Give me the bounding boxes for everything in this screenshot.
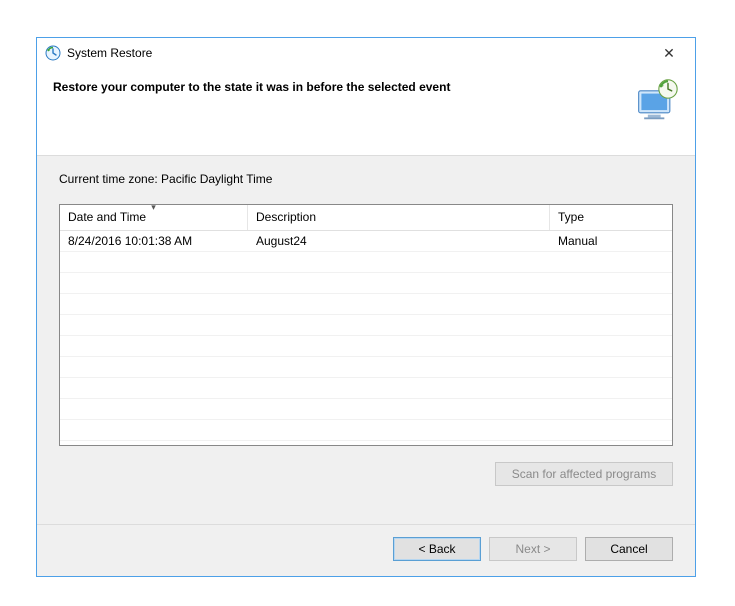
system-restore-icon	[45, 45, 61, 61]
cell-date	[60, 399, 248, 419]
table-row	[60, 378, 672, 399]
cell-date: 8/24/2016 10:01:38 AM	[60, 231, 248, 251]
titlebar: System Restore ✕	[37, 38, 695, 68]
cell-type	[550, 336, 672, 356]
list-body: 8/24/2016 10:01:38 AMAugust24Manual	[60, 231, 672, 445]
table-row	[60, 336, 672, 357]
column-header-date[interactable]: ▾ Date and Time	[60, 205, 248, 230]
system-restore-window: System Restore ✕ Restore your computer t…	[36, 37, 696, 577]
cell-type	[550, 294, 672, 314]
table-row	[60, 273, 672, 294]
next-button[interactable]: Next >	[489, 537, 577, 561]
table-row[interactable]: 8/24/2016 10:01:38 AMAugust24Manual	[60, 231, 672, 252]
cell-description	[248, 294, 550, 314]
table-row	[60, 399, 672, 420]
column-label: Type	[558, 210, 584, 224]
cell-type: Manual	[550, 231, 672, 251]
cell-date	[60, 252, 248, 272]
cell-type	[550, 273, 672, 293]
restore-points-list[interactable]: ▾ Date and Time Description Type 8/24/20…	[59, 204, 673, 446]
table-row	[60, 315, 672, 336]
close-button[interactable]: ✕	[649, 40, 689, 66]
wizard-header: Restore your computer to the state it wa…	[37, 68, 695, 156]
sort-descending-icon: ▾	[151, 205, 156, 212]
list-header: ▾ Date and Time Description Type	[60, 205, 672, 231]
cell-date	[60, 357, 248, 377]
scan-affected-programs-button[interactable]: Scan for affected programs	[495, 462, 673, 486]
cell-description	[248, 315, 550, 335]
cell-type	[550, 315, 672, 335]
window-title: System Restore	[67, 46, 152, 60]
wizard-footer: < Back Next > Cancel	[37, 524, 695, 576]
cell-description: August24	[248, 231, 550, 251]
cell-date	[60, 420, 248, 440]
table-row	[60, 357, 672, 378]
cell-description	[248, 357, 550, 377]
cell-type	[550, 252, 672, 272]
table-row	[60, 294, 672, 315]
column-header-type[interactable]: Type	[550, 205, 672, 230]
cell-date	[60, 378, 248, 398]
column-label: Description	[256, 210, 316, 224]
cell-type	[550, 357, 672, 377]
cell-date	[60, 336, 248, 356]
cell-date	[60, 294, 248, 314]
wizard-body: Current time zone: Pacific Daylight Time…	[37, 156, 695, 524]
cell-description	[248, 252, 550, 272]
table-row	[60, 420, 672, 441]
cell-description	[248, 399, 550, 419]
restore-monitor-icon	[635, 78, 679, 122]
close-icon: ✕	[663, 46, 675, 60]
cell-description	[248, 273, 550, 293]
timezone-label: Current time zone: Pacific Daylight Time	[59, 172, 673, 186]
column-label: Date and Time	[68, 210, 146, 224]
cancel-button[interactable]: Cancel	[585, 537, 673, 561]
table-row	[60, 252, 672, 273]
cell-description	[248, 420, 550, 440]
cell-date	[60, 273, 248, 293]
column-header-description[interactable]: Description	[248, 205, 550, 230]
cell-date	[60, 315, 248, 335]
back-button[interactable]: < Back	[393, 537, 481, 561]
cell-description	[248, 378, 550, 398]
cell-type	[550, 378, 672, 398]
page-heading: Restore your computer to the state it wa…	[53, 76, 635, 94]
cell-type	[550, 420, 672, 440]
cell-description	[248, 336, 550, 356]
cell-type	[550, 399, 672, 419]
